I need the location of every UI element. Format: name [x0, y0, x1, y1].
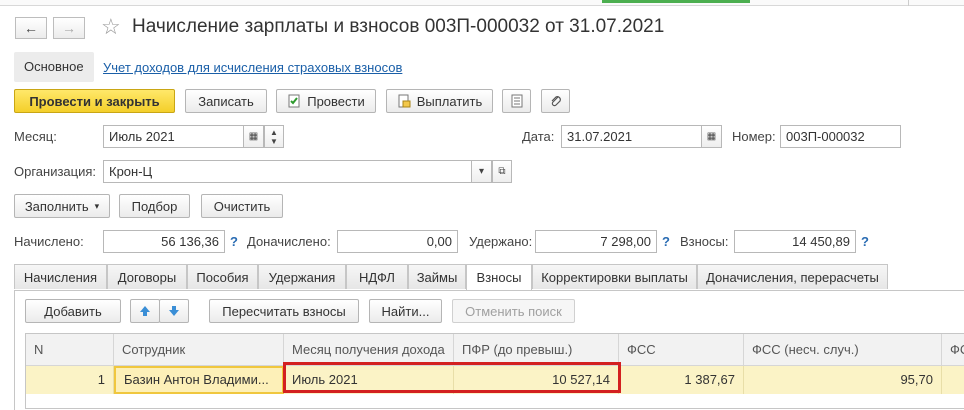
date-calendar-button[interactable]: ▦ [701, 125, 722, 148]
list-icon [511, 94, 522, 108]
table-row-cell-employee[interactable]: Базин Антон Владими... [114, 366, 284, 394]
number-input[interactable]: 003П-000032 [780, 125, 901, 148]
add-label: Добавить [44, 303, 102, 319]
table-row-cell-fss-accident[interactable]: 95,70 [744, 366, 942, 394]
spin-down-icon: ▼ [270, 136, 278, 146]
spin-up-icon: ▲ [270, 127, 278, 137]
pay-label: Выплатить [416, 93, 483, 109]
tab-main[interactable]: Основное [14, 52, 94, 82]
post-and-close-label: Провести и закрыть [29, 93, 160, 109]
month-label: Месяц: [14, 129, 57, 144]
clear-label: Очистить [213, 198, 271, 214]
select-label: Подбор [131, 198, 178, 214]
cancel-search-button[interactable]: Отменить поиск [452, 299, 575, 323]
month-spin-button[interactable]: ▲ ▼ [264, 125, 284, 148]
month-input[interactable]: Июль 2021 [103, 125, 244, 148]
column-header-fss-accident[interactable]: ФСС (несч. случ.) [744, 334, 942, 366]
contributions-income-link[interactable]: Учет доходов для исчисления страховых вз… [103, 60, 402, 75]
calendar-icon: ▦ [248, 131, 259, 142]
tab-deductions[interactable]: Удержания [258, 264, 346, 289]
additional-label: Доначислено: [247, 234, 331, 249]
back-button[interactable]: ← [15, 17, 47, 39]
organization-label: Организация: [14, 164, 97, 179]
date-input[interactable]: 31.07.2021 [561, 125, 702, 148]
chevron-down-icon: ▾ [94, 200, 100, 211]
post-and-close-button[interactable]: Провести и закрыть [14, 89, 175, 113]
tab-contracts[interactable]: Договоры [107, 264, 187, 289]
organization-open-button[interactable]: ⧉ [492, 160, 512, 183]
tab-loans[interactable]: Займы [408, 264, 466, 289]
forward-button[interactable]: → [53, 17, 85, 39]
add-row-button[interactable]: Добавить [25, 299, 121, 323]
top-separator [908, 0, 909, 6]
accrued-value: 56 136,36 [103, 230, 225, 253]
arrow-up-icon [140, 306, 150, 316]
save-label: Записать [198, 93, 254, 109]
contributions-value: 14 450,89 [734, 230, 856, 253]
pay-document-icon [398, 94, 411, 108]
table-row-cell-more[interactable] [942, 366, 964, 394]
withheld-value: 7 298,00 [535, 230, 657, 253]
contributions-help-icon[interactable]: ? [861, 234, 869, 249]
recalculate-contributions-button[interactable]: Пересчитать взносы [209, 299, 359, 323]
organization-input[interactable]: Крон-Ц [103, 160, 472, 183]
tab-benefits[interactable]: Пособия [187, 264, 258, 289]
additional-value: 0,00 [337, 230, 458, 253]
accrued-label: Начислено: [14, 234, 84, 249]
column-header-employee[interactable]: Сотрудник [114, 334, 284, 366]
date-label: Дата: [522, 129, 555, 144]
recalc-label: Пересчитать взносы [222, 303, 346, 319]
column-header-fss[interactable]: ФСС [619, 334, 744, 366]
column-header-more[interactable]: ФС [942, 334, 964, 366]
tab-recalculations[interactable]: Доначисления, перерасчеты [697, 264, 888, 289]
withheld-label: Удержано: [469, 234, 533, 249]
calendar-button[interactable]: ▦ [243, 125, 264, 148]
find-label: Найти... [381, 303, 430, 319]
fill-button[interactable]: Заполнить ▾ [14, 194, 110, 218]
tab-ndfl[interactable]: НДФЛ [346, 264, 408, 289]
tab-payment-corrections[interactable]: Корректировки выплаты [532, 264, 697, 289]
column-header-n[interactable]: N [26, 334, 114, 366]
select-button[interactable]: Подбор [119, 194, 190, 218]
table-row-cell-n[interactable]: 1 [26, 366, 114, 394]
arrow-down-icon [169, 306, 179, 316]
fill-label: Заполнить [24, 198, 89, 214]
arrow-right-icon: → [62, 20, 76, 36]
cancel-search-label: Отменить поиск [465, 303, 562, 319]
open-form-icon: ⧉ [498, 166, 506, 177]
attachments-button[interactable] [541, 89, 570, 113]
report-list-button[interactable] [502, 89, 531, 113]
move-down-button[interactable] [159, 299, 189, 323]
active-window-indicator [602, 0, 750, 3]
move-up-button[interactable] [130, 299, 160, 323]
contributions-label: Взносы: [680, 234, 729, 249]
window-top-strip [0, 0, 964, 6]
number-label: Номер: [732, 129, 776, 144]
clear-button[interactable]: Очистить [201, 194, 283, 218]
withheld-help-icon[interactable]: ? [662, 234, 670, 249]
post-document-icon [288, 94, 300, 108]
favorite-star-icon[interactable]: ☆ [101, 16, 121, 38]
post-button[interactable]: Провести [276, 89, 376, 113]
page-title: Начисление зарплаты и взносов 003П-00003… [132, 16, 665, 37]
save-button[interactable]: Записать [185, 89, 267, 113]
chevron-down-icon: ▾ [478, 166, 485, 177]
tab-accruals[interactable]: Начисления [14, 264, 107, 289]
find-button[interactable]: Найти... [369, 299, 442, 323]
tab-contributions[interactable]: Взносы [466, 264, 532, 290]
arrow-left-icon: ← [24, 20, 38, 36]
table-row-cell-fss[interactable]: 1 387,67 [619, 366, 744, 394]
paperclip-icon [551, 96, 561, 107]
calendar-icon: ▦ [706, 131, 717, 142]
organization-dropdown-button[interactable]: ▾ [471, 160, 492, 183]
post-label: Провести [307, 93, 365, 109]
annotation-highlight-box [283, 362, 621, 393]
accrued-help-icon[interactable]: ? [230, 234, 238, 249]
pay-button[interactable]: Выплатить [386, 89, 493, 113]
